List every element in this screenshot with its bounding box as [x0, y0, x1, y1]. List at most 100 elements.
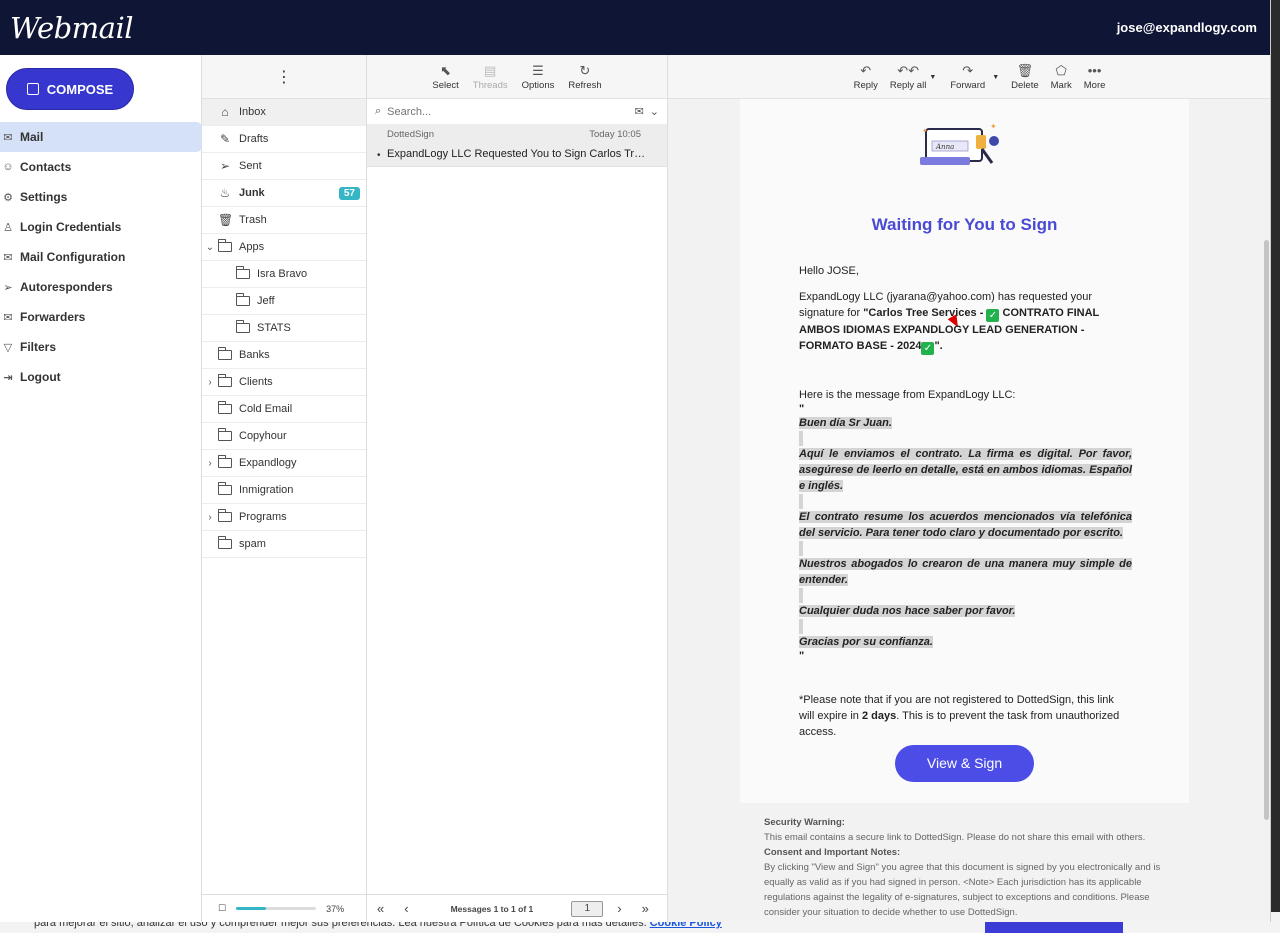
chevron-right-icon[interactable]: ›	[202, 458, 218, 469]
folder-clients[interactable]: › Clients	[202, 369, 366, 396]
folder-icon	[218, 401, 232, 414]
view-and-sign-button[interactable]: View & Sign	[895, 745, 1034, 782]
folder-apps[interactable]: ⌄ Apps	[202, 234, 366, 261]
reply-button[interactable]: ↶ Reply	[854, 63, 878, 91]
delete-button[interactable]: 🗑︎ Delete	[1011, 63, 1038, 91]
unread-badge: 57	[338, 187, 360, 200]
filter-icon: ▽	[3, 341, 13, 354]
folder-isra-bravo[interactable]: Isra Bravo	[202, 261, 366, 288]
list-footer: « ‹ Messages 1 to 1 of 1 1 › »	[367, 894, 667, 922]
chevron-right-icon[interactable]: ›	[202, 377, 218, 388]
caret-down-icon[interactable]: ▼	[992, 74, 999, 81]
user-email[interactable]: jose@expandlogy.com	[1117, 20, 1257, 35]
nav-item-mail-configuration[interactable]: ✉ Mail Configuration	[0, 242, 202, 272]
folder-cold-email[interactable]: Cold Email	[202, 396, 366, 423]
folder-jeff[interactable]: Jeff	[202, 288, 366, 315]
forward-icon: ✉	[3, 311, 13, 324]
folder-junk[interactable]: ♨ Junk 57	[202, 180, 366, 207]
greeting: Hello JOSE,	[799, 265, 859, 277]
refresh-button[interactable]: ↻ Refresh	[568, 63, 601, 91]
nav-item-login-credentials[interactable]: ♙ Login Credentials	[0, 212, 202, 242]
nav-item-settings[interactable]: ⚙ Settings	[0, 182, 202, 212]
folder-expandlogy[interactable]: › Expandlogy	[202, 450, 366, 477]
mark-button[interactable]: ⬠ Mark	[1051, 63, 1072, 91]
folder-inbox[interactable]: ⌂ Inbox	[202, 99, 366, 126]
next-page-icon[interactable]: ›	[617, 901, 621, 916]
options-label: Options	[521, 79, 555, 91]
security-title: Security Warning:	[764, 817, 845, 828]
webmail-window: Webmail jose@expandlogy.com COMPOSE ✉ Mai…	[0, 0, 1271, 922]
nav-item-filters[interactable]: ▽ Filters	[0, 332, 202, 362]
nav-label: Logout	[20, 370, 61, 384]
folder-menu-button[interactable]: ⋮	[202, 55, 366, 99]
security-text: This email contains a secure link to Dot…	[764, 832, 1146, 843]
reply-all-button[interactable]: ↶↶ Reply all ▼	[889, 63, 936, 91]
more-button[interactable]: ••• More	[1084, 63, 1106, 91]
folder-label: Inmigration	[239, 484, 294, 496]
doc-title-end: ".	[934, 340, 943, 352]
folder-stats[interactable]: STATS	[202, 315, 366, 342]
nav-label: Mail	[20, 130, 44, 144]
mark-label: Mark	[1050, 79, 1072, 91]
search-icon: ⌕	[375, 105, 382, 117]
forward-label: Forward	[950, 79, 986, 91]
cookie-accept-button[interactable]	[985, 922, 1123, 933]
message-row[interactable]: DottedSign Today 10:05 • ExpandLogy LLC …	[367, 125, 667, 167]
options-button[interactable]: ☰ Options	[522, 63, 555, 91]
caret-down-icon[interactable]: ▼	[929, 74, 936, 81]
gear-icon: ⚙	[3, 191, 13, 204]
compose-button[interactable]: COMPOSE	[6, 68, 134, 110]
chevron-down-icon[interactable]: ⌄	[202, 242, 218, 253]
threads-button[interactable]: ▤ Threads	[473, 63, 508, 91]
search-input[interactable]	[387, 105, 629, 118]
folder-sent[interactable]: ➢ Sent	[202, 153, 366, 180]
nav-item-logout[interactable]: ⇥ Logout	[0, 362, 202, 392]
contacts-icon: ☺	[2, 161, 14, 173]
reader-scrollbar[interactable]	[1264, 240, 1269, 820]
folder-label: spam	[239, 538, 266, 550]
illustration-signature-text: Anna	[935, 143, 954, 151]
first-page-icon[interactable]: «	[377, 901, 384, 916]
chevron-down-icon[interactable]: ⌄	[650, 105, 659, 118]
folder-trash[interactable]: 🗑︎ Trash	[202, 207, 366, 234]
quote-line: Aquí le enviamos el contrato. La firma e…	[799, 448, 1132, 492]
folder-programs[interactable]: › Programs	[202, 504, 366, 531]
options-icon: ☰	[532, 62, 544, 78]
reply-all-label: Reply all	[889, 79, 927, 91]
folder-spam[interactable]: spam	[202, 531, 366, 558]
folder-icon	[218, 536, 232, 549]
prev-page-icon[interactable]: ‹	[404, 901, 408, 916]
check-icon: ✓	[921, 342, 935, 355]
folder-icon	[218, 428, 232, 441]
inbox-icon: ⌂	[221, 105, 229, 119]
folder-icon	[236, 320, 250, 333]
folder-copyhour[interactable]: Copyhour	[202, 423, 366, 450]
nav-item-mail[interactable]: ✉ Mail	[0, 122, 202, 152]
email-heading: Waiting for You to Sign	[871, 215, 1058, 234]
nav-item-contacts[interactable]: ☺ Contacts	[0, 152, 202, 182]
quote-line: Cualquier duda nos hace saber por favor.	[799, 605, 1016, 617]
quota-fill	[236, 907, 266, 910]
folder-inmigration[interactable]: Inmigration	[202, 477, 366, 504]
last-page-icon[interactable]: »	[642, 901, 649, 916]
nav-item-autoresponders[interactable]: ➢ Autoresponders	[0, 272, 202, 302]
request-paragraph: ExpandLogy LLC (jyarana@yahoo.com) has r…	[799, 289, 1132, 355]
pencil-icon: ✎	[219, 132, 231, 146]
svg-text:✦: ✦	[990, 122, 997, 131]
select-button[interactable]: ⬉ Select	[432, 63, 458, 91]
folder-label: Apps	[239, 241, 265, 253]
page-input[interactable]: 1	[571, 900, 604, 917]
expiry-note: *Please note that if you are not registe…	[799, 692, 1132, 740]
nav-label: Mail Configuration	[20, 250, 126, 264]
envelope-icon[interactable]: ✉	[635, 105, 644, 118]
chevron-right-icon[interactable]: ›	[202, 512, 218, 523]
folder-drafts[interactable]: ✎ Drafts	[202, 126, 366, 153]
quota-icon: ☐	[218, 903, 227, 913]
folder-banks[interactable]: Banks	[202, 342, 366, 369]
pointer-icon: ⬉	[440, 62, 452, 78]
folder-icon	[218, 482, 232, 495]
nav-item-forwarders[interactable]: ✉ Forwarders	[0, 302, 202, 332]
forward-button[interactable]: ↷ Forward ▼	[950, 63, 999, 91]
send-icon: ➢	[3, 281, 13, 294]
message-count: Messages 1 to 1 of 1	[450, 903, 534, 914]
